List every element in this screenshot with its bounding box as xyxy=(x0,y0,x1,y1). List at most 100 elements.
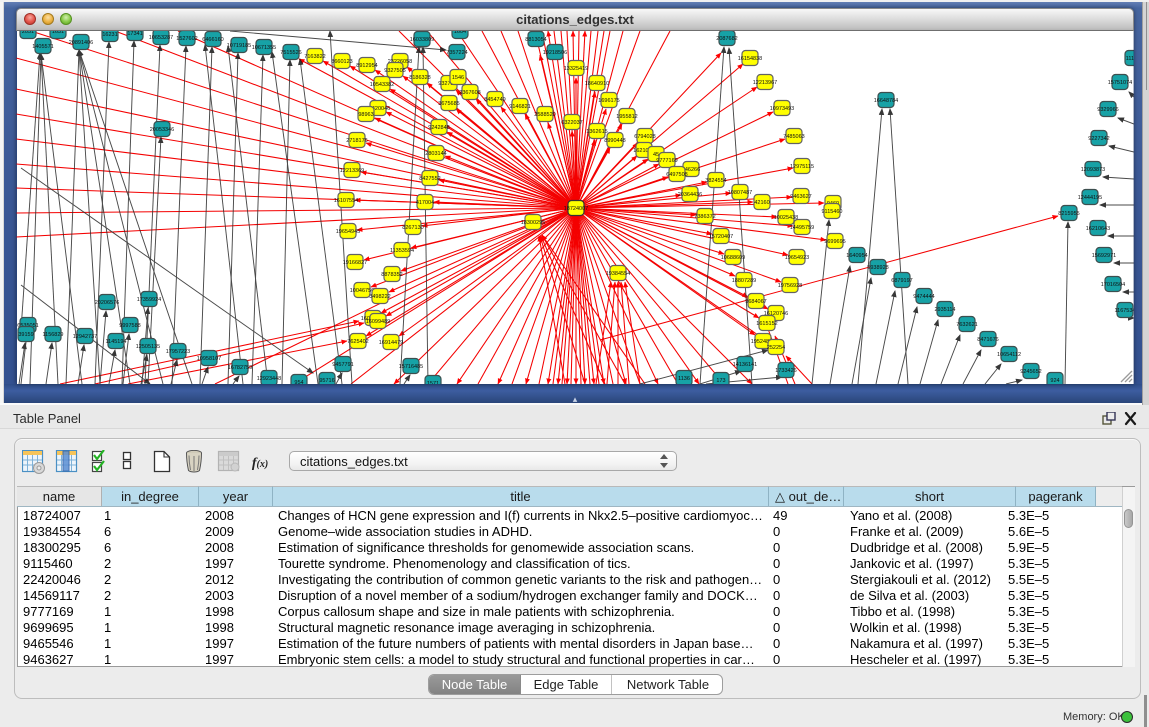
svg-text:10973493: 10973493 xyxy=(770,106,794,112)
svg-text:1527602: 1527602 xyxy=(176,36,197,42)
svg-text:10688609: 10688609 xyxy=(721,255,745,261)
svg-text:9474444: 9474444 xyxy=(913,294,934,300)
svg-text:7386372: 7386372 xyxy=(694,214,715,220)
svg-text:5938928: 5938928 xyxy=(867,265,888,271)
svg-text:9227342: 9227342 xyxy=(1088,136,1109,142)
svg-text:10958107: 10958107 xyxy=(197,356,221,362)
svg-text:13325419: 13325419 xyxy=(564,66,588,72)
svg-text:17359924: 17359924 xyxy=(137,297,161,303)
svg-text:10807487: 10807487 xyxy=(728,190,752,196)
svg-text:19654923: 19654923 xyxy=(785,255,809,261)
svg-text:7625402: 7625402 xyxy=(347,339,368,345)
svg-text:15716485: 15716485 xyxy=(399,364,423,370)
svg-text:8912954: 8912954 xyxy=(356,63,377,69)
svg-text:39159: 39159 xyxy=(18,332,33,338)
svg-text:16782759: 16782759 xyxy=(228,365,252,371)
svg-text:1362615: 1362615 xyxy=(586,129,607,135)
svg-text:98963: 98963 xyxy=(358,112,373,118)
svg-text:8427552: 8427552 xyxy=(419,176,440,182)
svg-text:3675685: 3675685 xyxy=(438,101,459,107)
svg-text:12505135: 12505135 xyxy=(136,344,160,350)
svg-text:18640910: 18640910 xyxy=(585,81,609,87)
svg-text:9777169: 9777169 xyxy=(656,158,677,164)
svg-text:8660123: 8660123 xyxy=(331,59,352,65)
svg-text:15751074: 15751074 xyxy=(1108,80,1132,86)
svg-text:7485063: 7485063 xyxy=(783,134,804,140)
svg-text:9699695: 9699695 xyxy=(824,239,845,245)
svg-text:10654112: 10654112 xyxy=(997,352,1021,358)
svg-text:9327505: 9327505 xyxy=(384,68,405,74)
svg-text:19654945: 19654945 xyxy=(336,229,360,235)
svg-text:173: 173 xyxy=(716,378,725,384)
svg-text:417004: 417004 xyxy=(416,200,434,206)
svg-text:16033809: 16033809 xyxy=(410,37,434,43)
svg-text:12213369: 12213369 xyxy=(340,168,364,174)
svg-text:11353594: 11353594 xyxy=(390,248,414,254)
svg-text:16914479: 16914479 xyxy=(379,340,403,346)
svg-text:20053346: 20053346 xyxy=(150,127,174,133)
svg-text:19166827: 19166827 xyxy=(343,260,367,266)
svg-text:f(x): f(x) xyxy=(252,456,268,471)
svg-text:8186328: 8186328 xyxy=(409,75,430,81)
svg-text:1571: 1571 xyxy=(427,381,439,384)
svg-text:18807289: 18807289 xyxy=(732,278,756,284)
svg-text:12975115: 12975115 xyxy=(790,164,814,170)
svg-text:9684067: 9684067 xyxy=(745,299,766,305)
svg-text:1604: 1604 xyxy=(454,31,466,35)
svg-text:10653287: 10653287 xyxy=(149,35,173,41)
svg-text:7357224: 7357224 xyxy=(446,50,467,56)
svg-text:1145194: 1145194 xyxy=(105,339,126,345)
svg-text:9242848: 9242848 xyxy=(428,125,449,131)
svg-text:16107554: 16107554 xyxy=(334,198,358,204)
svg-text:6322037: 6322037 xyxy=(561,120,582,126)
svg-text:8471676: 8471676 xyxy=(977,337,998,343)
svg-text:15692971: 15692971 xyxy=(1092,253,1116,259)
svg-text:9463627: 9463627 xyxy=(790,194,811,200)
svg-text:9245652: 9245652 xyxy=(1020,369,1041,375)
svg-text:2087682: 2087682 xyxy=(716,36,737,42)
svg-text:10543382: 10543382 xyxy=(370,82,394,88)
svg-text:6794028: 6794028 xyxy=(634,134,655,140)
svg-text:3498222: 3498222 xyxy=(369,294,390,300)
svg-text:6879197: 6879197 xyxy=(891,278,912,284)
svg-text:9997588: 9997588 xyxy=(119,323,140,329)
svg-text:1136: 1136 xyxy=(678,376,690,382)
svg-text:14495759: 14495759 xyxy=(790,225,814,231)
svg-text:10671355: 10671355 xyxy=(252,45,276,51)
svg-text:1405571: 1405571 xyxy=(32,44,53,50)
svg-text:1546: 1546 xyxy=(452,75,464,81)
svg-text:16154838: 16154838 xyxy=(738,56,762,62)
svg-text:1955812: 1955812 xyxy=(616,114,637,120)
svg-text:12942737: 12942737 xyxy=(73,334,97,340)
svg-text:1733426: 1733426 xyxy=(775,368,796,374)
svg-text:16648784: 16648784 xyxy=(874,98,898,104)
svg-text:19756928: 19756928 xyxy=(778,283,802,289)
svg-text:18724007: 18724007 xyxy=(564,206,588,212)
svg-text:8878352: 8878352 xyxy=(381,272,402,278)
svg-text:1696175: 1696175 xyxy=(598,98,619,104)
svg-text:42160: 42160 xyxy=(754,200,769,206)
svg-text:7163822: 7163822 xyxy=(304,54,325,60)
svg-text:12444195: 12444195 xyxy=(1078,195,1102,201)
svg-text:20364436: 20364436 xyxy=(678,192,702,198)
svg-text:6497508: 6497508 xyxy=(666,172,687,178)
svg-text:19218506: 19218506 xyxy=(543,50,567,56)
svg-text:8813054: 8813054 xyxy=(525,37,546,43)
svg-text:252254: 252254 xyxy=(767,345,785,351)
svg-text:9329966: 9329966 xyxy=(1097,107,1118,113)
svg-text:17341: 17341 xyxy=(127,31,142,37)
svg-text:1631: 1631 xyxy=(52,31,64,35)
svg-text:19384554: 19384554 xyxy=(606,271,630,277)
svg-text:6466160: 6466160 xyxy=(202,37,223,43)
svg-text:12213967: 12213967 xyxy=(753,80,777,86)
svg-text:2051: 2051 xyxy=(22,31,34,35)
svg-text:9115460: 9115460 xyxy=(821,209,842,215)
svg-text:7632621: 7632621 xyxy=(956,322,977,328)
svg-text:9457791: 9457791 xyxy=(332,362,353,368)
svg-text:8990448: 8990448 xyxy=(604,138,625,144)
svg-text:20206576: 20206576 xyxy=(95,300,119,306)
svg-text:2803144: 2803144 xyxy=(425,151,446,157)
svg-text:3824554: 3824554 xyxy=(705,178,726,184)
svg-text:1615152: 1615152 xyxy=(756,321,777,327)
svg-text:8267130: 8267130 xyxy=(402,225,423,231)
